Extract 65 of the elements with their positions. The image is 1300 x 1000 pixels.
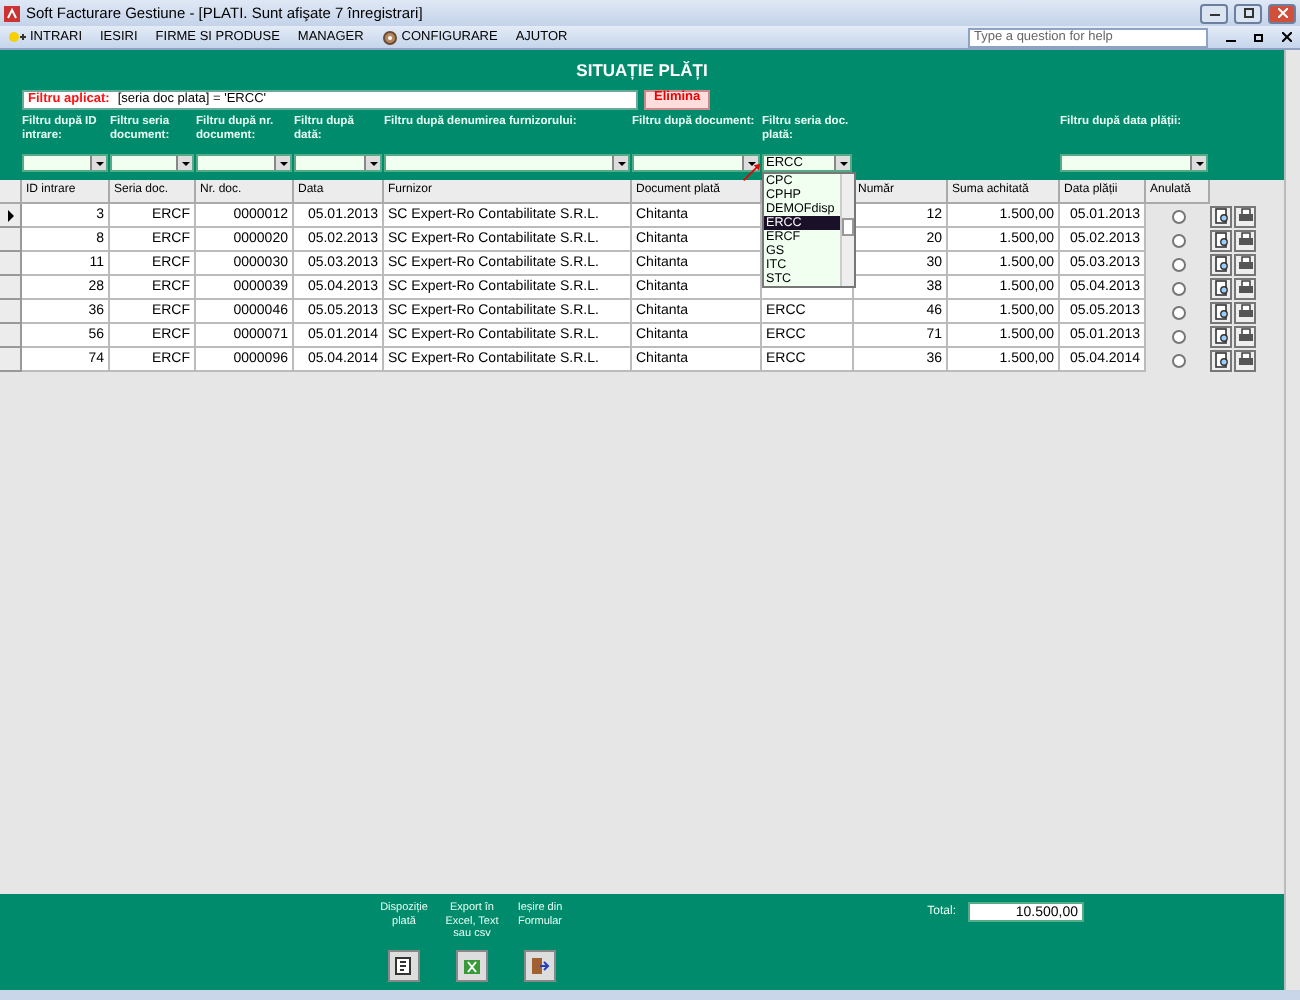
document-icon [394,956,414,976]
filter-combo[interactable] [384,154,630,172]
action-button[interactable] [524,950,556,982]
print-button[interactable] [1234,277,1256,299]
magnifier-page-icon [1213,280,1229,296]
close-icon [1277,8,1287,18]
filter-combo[interactable] [196,154,292,172]
cancelled-radio[interactable] [1171,353,1185,367]
magnifier-page-icon [1213,352,1229,368]
print-button[interactable] [1234,205,1256,227]
filter-combo[interactable] [22,154,108,172]
magnifier-page-icon [1213,232,1229,248]
app-icon [4,5,20,21]
plus-icon [8,30,26,44]
scroll-bar[interactable] [1284,50,1300,990]
print-button[interactable] [1234,349,1256,371]
minimize-button[interactable] [1200,3,1228,23]
cancelled-radio[interactable] [1171,305,1185,319]
exit-door-icon [530,956,550,976]
preview-button[interactable] [1210,277,1232,299]
preview-button[interactable] [1210,349,1232,371]
filter-combo[interactable] [632,154,760,172]
print-button[interactable] [1234,301,1256,323]
caret-icon [369,161,377,165]
preview-button[interactable] [1210,253,1232,275]
caret-icon [839,161,847,165]
preview-button[interactable] [1210,301,1232,323]
cancelled-radio[interactable] [1171,233,1185,247]
cancelled-radio[interactable] [1171,281,1185,295]
cancelled-radio[interactable] [1171,257,1185,271]
print-button[interactable] [1234,325,1256,347]
minimize-icon [1209,11,1219,15]
cancelled-radio[interactable] [1171,329,1185,343]
magnifier-page-icon [1213,304,1229,320]
caret-icon [1195,161,1203,165]
caret-icon [181,161,189,165]
magnifier-page-icon [1213,256,1229,272]
magnifier-page-icon [1213,328,1229,344]
caret-icon [617,161,625,165]
print-button[interactable] [1234,229,1256,251]
current-record-icon [7,209,13,221]
form-title: SITUAȚIE PLĂȚI [574,57,710,84]
magnifier-page-icon [1213,208,1229,224]
maximize-button[interactable] [1234,3,1262,23]
preview-button[interactable] [1210,205,1232,227]
cancelled-radio[interactable] [1171,209,1185,223]
maximize-icon [1243,8,1253,18]
action-button[interactable] [388,950,420,982]
filter-combo[interactable] [110,154,194,172]
preview-button[interactable] [1210,229,1232,251]
filter-combo[interactable] [1060,154,1208,172]
record-selector[interactable] [0,204,22,228]
caret-icon [279,161,287,165]
gear-icon [381,29,398,45]
close-button[interactable] [1268,3,1296,23]
pointer-arrow [742,162,762,182]
filter-combo[interactable] [294,154,382,172]
print-button[interactable] [1234,253,1256,275]
preview-button[interactable] [1210,325,1232,347]
close-icon [1282,32,1292,42]
scroll-thumb[interactable] [842,218,854,236]
spreadsheet-icon [462,956,482,976]
caret-icon [95,161,103,165]
corner-header [0,180,22,204]
restore-icon [1254,32,1264,42]
